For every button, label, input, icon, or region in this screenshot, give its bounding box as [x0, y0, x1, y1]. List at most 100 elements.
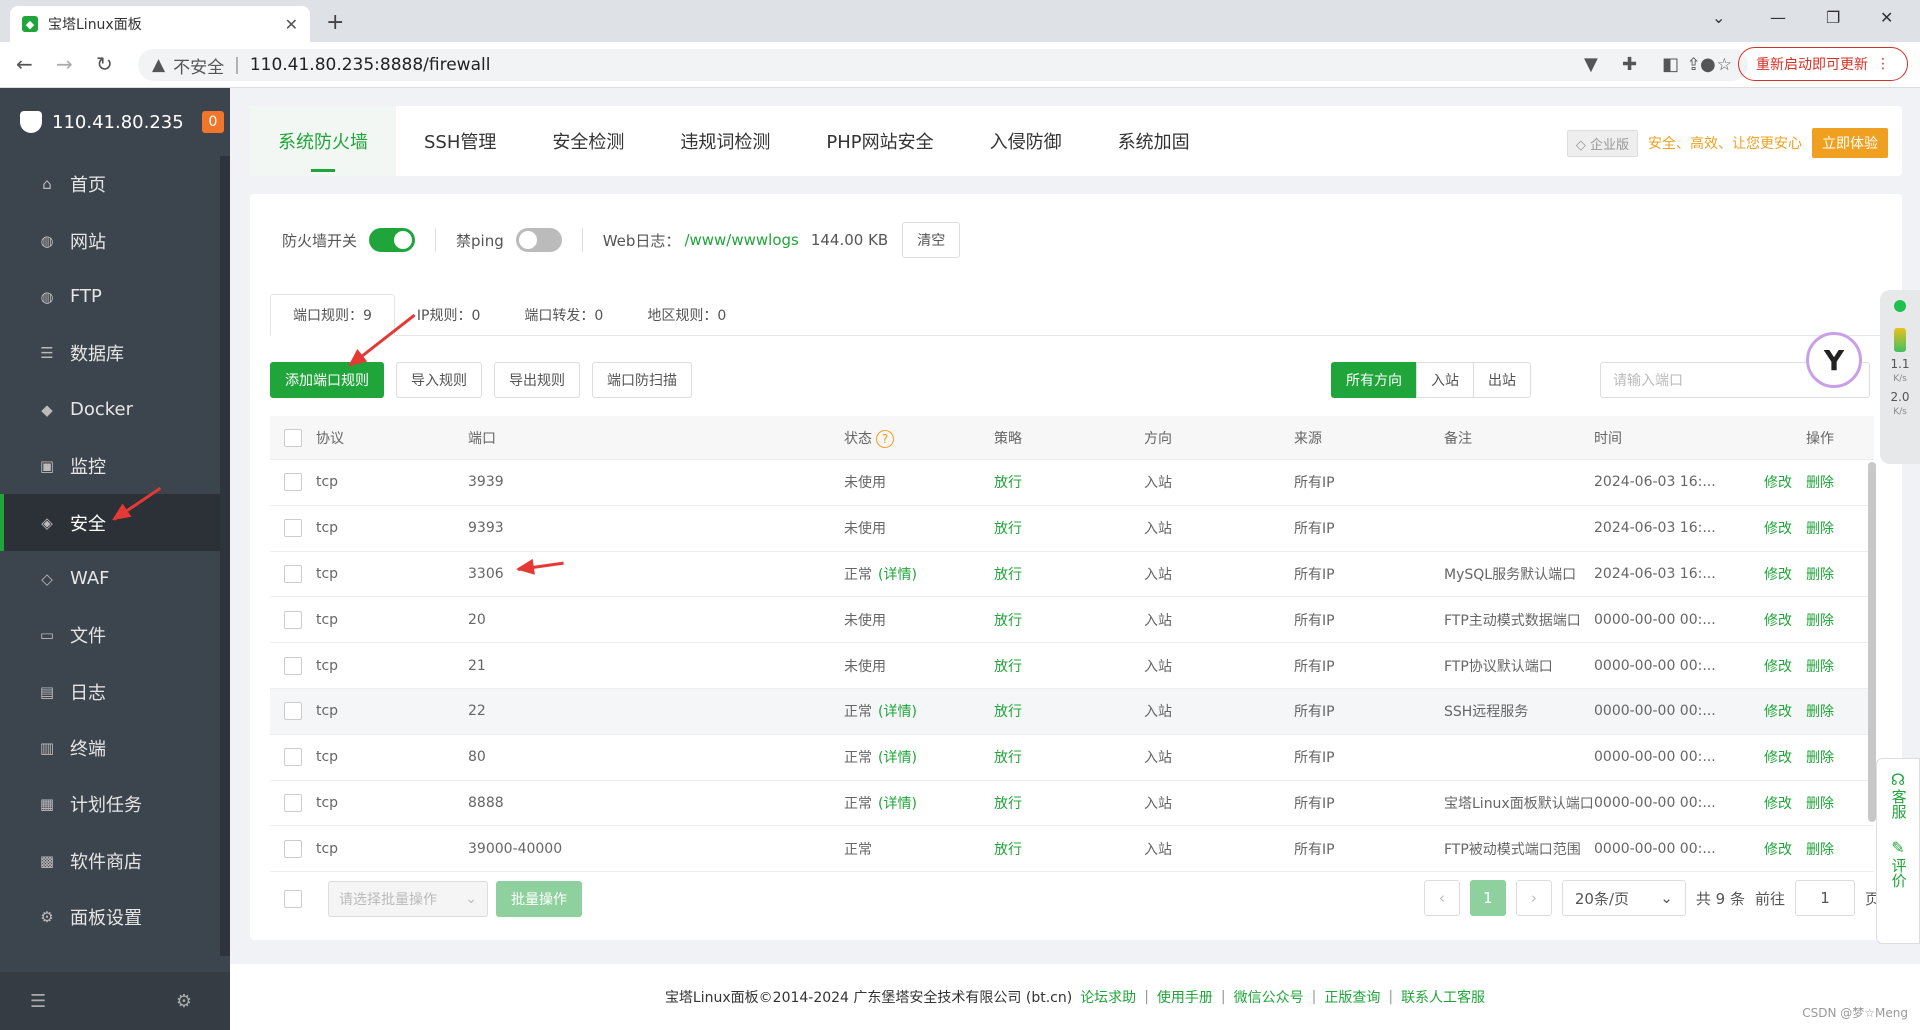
direction-out-button[interactable]: 出站: [1473, 362, 1531, 398]
edit-link[interactable]: 修改: [1764, 747, 1792, 767]
sidebar-item-6[interactable]: ◈ 安全: [0, 494, 220, 551]
footer-link-1[interactable]: 使用手册: [1157, 987, 1213, 1007]
row-checkbox[interactable]: [284, 519, 302, 538]
tab-1[interactable]: SSH管理: [396, 106, 524, 176]
sidebar-item-12[interactable]: ▩ 软件商店: [0, 833, 220, 889]
delete-link[interactable]: 删除: [1806, 564, 1834, 584]
sidebar-item-10[interactable]: ▥ 终端: [0, 720, 220, 776]
tab-3[interactable]: 违规词检测: [652, 106, 798, 176]
sidebar-item-3[interactable]: ☰ 数据库: [0, 325, 220, 381]
rule-tab-2[interactable]: 端口转发：0: [502, 294, 625, 335]
notification-badge[interactable]: 0: [202, 111, 224, 133]
footer-link-0[interactable]: 论坛求助: [1080, 987, 1136, 1007]
customer-service-button[interactable]: ☊ 客服: [1889, 770, 1908, 819]
maximize-icon[interactable]: ❐: [1826, 8, 1840, 27]
edit-link[interactable]: 修改: [1764, 793, 1792, 813]
delete-link[interactable]: 删除: [1806, 472, 1834, 492]
review-button[interactable]: ✎ 评价: [1889, 838, 1908, 887]
try-now-button[interactable]: 立即体验: [1812, 128, 1888, 158]
direction-all-button[interactable]: 所有方向: [1331, 362, 1417, 398]
row-checkbox[interactable]: [284, 473, 302, 492]
update-button[interactable]: 重新启动即可更新 ⋮: [1738, 47, 1908, 81]
url-field[interactable]: ▲ 不安全 | 110.41.80.235:8888/firewall ⇪ ☆: [138, 49, 1748, 81]
delete-link[interactable]: 删除: [1806, 610, 1834, 630]
page-size-select[interactable]: 20条/页 ⌄: [1561, 880, 1686, 916]
sidebar-item-2[interactable]: ◍ FTP: [0, 269, 220, 325]
delete-link[interactable]: 删除: [1806, 656, 1834, 676]
delete-link[interactable]: 删除: [1806, 793, 1834, 813]
clear-log-button[interactable]: 清空: [902, 222, 961, 258]
export-rules-button[interactable]: 导出规则: [494, 362, 580, 398]
tab-0[interactable]: 系统防火墙: [250, 106, 396, 176]
row-checkbox[interactable]: [284, 564, 302, 583]
prev-page-button[interactable]: ‹: [1423, 880, 1460, 916]
footer-link-3[interactable]: 正版查询: [1324, 987, 1380, 1007]
sidebar-item-1[interactable]: ◍ 网站: [0, 212, 220, 268]
firewall-toggle[interactable]: [369, 228, 416, 252]
port-scan-protect-button[interactable]: 端口防扫描: [592, 362, 692, 398]
new-tab-button[interactable]: +: [326, 10, 344, 35]
reload-icon[interactable]: ↻: [96, 52, 113, 76]
browser-tab[interactable]: ◆ 宝塔Linux面板 ✕: [10, 6, 310, 42]
rule-tab-3[interactable]: 地区规则：0: [625, 294, 748, 335]
tab-2[interactable]: 安全检测: [524, 106, 652, 176]
weblog-path-link[interactable]: /www/wwwlogs: [684, 231, 798, 249]
collapse-menu-icon[interactable]: ☰: [30, 991, 46, 1012]
sidebar-item-13[interactable]: ⚙ 面板设置: [0, 889, 220, 945]
row-checkbox[interactable]: [284, 748, 302, 767]
goto-page-input[interactable]: 1: [1794, 880, 1855, 916]
batch-operation-button[interactable]: 批量操作: [496, 881, 582, 917]
row-checkbox[interactable]: [284, 610, 302, 629]
edit-link[interactable]: 修改: [1764, 472, 1792, 492]
back-icon[interactable]: ←: [16, 52, 33, 76]
sidebar-item-4[interactable]: ◆ Docker: [0, 382, 220, 438]
edit-link[interactable]: 修改: [1764, 656, 1792, 676]
footer-link-2[interactable]: 微信公众号: [1234, 987, 1304, 1007]
row-checkbox[interactable]: [284, 793, 302, 812]
status-detail-link[interactable]: (详情): [878, 796, 917, 812]
page-button-current[interactable]: 1: [1469, 880, 1506, 916]
sidebar-item-7[interactable]: ◇ WAF: [0, 551, 220, 607]
sidebar-item-5[interactable]: ▣ 监控: [0, 438, 220, 494]
assistant-logo-icon[interactable]: Y: [1806, 332, 1862, 388]
profile-icon[interactable]: ●: [1700, 54, 1716, 75]
delete-link[interactable]: 删除: [1806, 701, 1834, 721]
share-icon[interactable]: ⇪: [1687, 55, 1701, 75]
footer-link-4[interactable]: 联系人工客服: [1401, 987, 1485, 1007]
edit-link[interactable]: 修改: [1764, 701, 1792, 721]
close-window-icon[interactable]: ✕: [1880, 8, 1893, 27]
footer-select-all-checkbox[interactable]: [284, 890, 302, 908]
edit-link[interactable]: 修改: [1764, 839, 1792, 859]
edit-link[interactable]: 修改: [1764, 564, 1792, 584]
add-port-rule-button[interactable]: 添加端口规则: [270, 362, 384, 398]
close-tab-icon[interactable]: ✕: [285, 15, 298, 34]
row-checkbox[interactable]: [284, 702, 302, 721]
next-page-button[interactable]: ›: [1515, 880, 1552, 916]
edit-link[interactable]: 修改: [1764, 610, 1792, 630]
puzzle-icon[interactable]: ✚: [1622, 54, 1637, 75]
help-icon[interactable]: ?: [876, 429, 894, 448]
row-checkbox[interactable]: [284, 839, 302, 858]
minimize-icon[interactable]: —: [1770, 8, 1786, 27]
select-all-checkbox[interactable]: [284, 428, 302, 447]
delete-link[interactable]: 删除: [1806, 747, 1834, 767]
sidepanel-icon[interactable]: ◧: [1662, 54, 1679, 75]
tab-6[interactable]: 系统加固: [1090, 106, 1218, 176]
sidebar-item-9[interactable]: ▤ 日志: [0, 664, 220, 720]
sidebar-item-11[interactable]: ▦ 计划任务: [0, 776, 220, 832]
sidebar-scrollbar[interactable]: [220, 156, 230, 956]
batch-select[interactable]: 请选择批量操作 ⌄: [328, 881, 488, 917]
status-detail-link[interactable]: (详情): [878, 567, 917, 583]
edit-link[interactable]: 修改: [1764, 518, 1792, 538]
bookmark-star-icon[interactable]: ☆: [1717, 55, 1732, 75]
tab-5[interactable]: 入侵防御: [962, 106, 1090, 176]
row-checkbox[interactable]: [284, 656, 302, 675]
status-detail-link[interactable]: (详情): [878, 750, 917, 766]
network-speed-widget[interactable]: 1.1 K/s 2.0 K/s: [1880, 290, 1920, 464]
tab-4[interactable]: PHP网站安全: [798, 106, 961, 176]
delete-link[interactable]: 删除: [1806, 839, 1834, 859]
tab-search-icon[interactable]: ⌄: [1712, 8, 1725, 27]
sidebar-item-0[interactable]: ⌂ 首页: [0, 156, 220, 212]
gear-icon[interactable]: ⚙: [176, 991, 192, 1012]
forward-icon[interactable]: →: [56, 52, 73, 76]
